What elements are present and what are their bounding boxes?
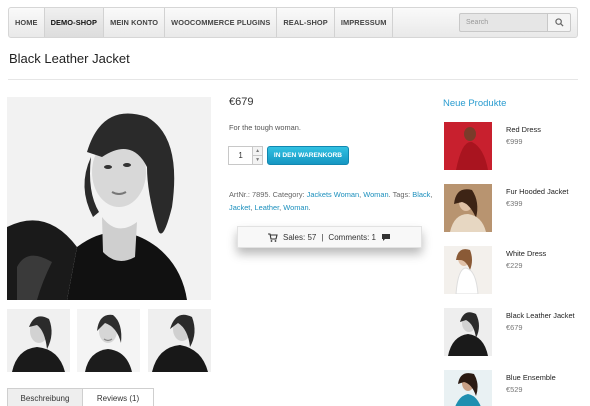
category-link[interactable]: Jackets Woman	[307, 190, 359, 199]
comment-bubble-icon	[382, 233, 390, 241]
sidebar-product-price: €999	[506, 137, 523, 146]
tag-link[interactable]: Black	[412, 190, 430, 199]
tag-link[interactable]: Jacket	[229, 203, 250, 212]
product-thumbnail[interactable]	[148, 309, 211, 372]
product-short-description: For the tough woman.	[229, 123, 301, 132]
product-meta: ArtNr.: 7895. Category: Jackets Woman, W…	[229, 190, 433, 212]
increment-icon[interactable]: ▲	[253, 147, 262, 155]
separator: |	[321, 232, 324, 242]
nav-item-mein-konto[interactable]: MEIN KONTO	[104, 8, 166, 37]
sidebar-product-price: €229	[506, 261, 523, 270]
sidebar-product-name[interactable]: White Dress	[506, 249, 546, 258]
product-main-image[interactable]	[7, 97, 211, 300]
sidebar-product-price: €679	[506, 323, 523, 332]
nav-item-home[interactable]: HOME	[9, 8, 45, 37]
category-link[interactable]: Woman	[363, 190, 388, 199]
cart-icon	[267, 232, 278, 242]
tab-reviews[interactable]: Reviews (1)	[82, 388, 154, 406]
sidebar-product-image[interactable]	[444, 122, 492, 170]
quantity-value[interactable]: 1	[229, 147, 252, 164]
tag-link[interactable]: Woman	[283, 203, 308, 212]
sidebar-product-price: €529	[506, 385, 523, 394]
sales-count: Sales: 57	[282, 232, 317, 242]
sidebar-product-image[interactable]	[444, 246, 492, 294]
nav-item-demo-shop[interactable]: DEMO-SHOP	[44, 8, 105, 37]
divider	[8, 79, 578, 80]
sidebar-product-name[interactable]: Blue Ensemble	[506, 373, 556, 382]
sidebar-product-image[interactable]	[444, 370, 492, 406]
search-form: Search	[459, 8, 577, 37]
add-to-cart-button[interactable]: IN DEN WARENKORB	[267, 146, 349, 165]
quantity-arrows: ▲ ▼	[252, 147, 262, 164]
nav-item-impressum[interactable]: IMPRESSUM	[335, 8, 394, 37]
sidebar-product-image[interactable]	[444, 308, 492, 356]
quantity-stepper[interactable]: 1 ▲ ▼	[228, 146, 263, 165]
magnifier-icon	[554, 18, 564, 27]
sidebar-product-price: €399	[506, 199, 523, 208]
nav-item-real-shop[interactable]: REAL-SHOP	[277, 8, 335, 37]
main-navigation: HOME DEMO-SHOP MEIN KONTO WOOCOMMERCE PL…	[8, 7, 578, 38]
decrement-icon[interactable]: ▼	[253, 155, 262, 164]
tab-beschreibung[interactable]: Beschreibung	[7, 388, 83, 406]
category-label: Category:	[272, 190, 305, 199]
search-button[interactable]	[547, 13, 571, 32]
product-price: €679	[229, 96, 254, 108]
sales-counter: Sales: 57 | Comments: 1	[237, 226, 422, 248]
artnr: ArtNr.: 7895.	[229, 190, 271, 199]
nav-item-woocommerce-plugins[interactable]: WOOCOMMERCE PLUGINS	[165, 8, 278, 37]
sidebar-product-image[interactable]	[444, 184, 492, 232]
sidebar-title: Neue Produkte	[443, 98, 507, 109]
search-input[interactable]: Search	[459, 13, 547, 32]
tag-link[interactable]: Leather	[254, 203, 279, 212]
tags-label: Tags:	[392, 190, 411, 199]
product-thumbnail[interactable]	[7, 309, 70, 372]
sidebar-product-name[interactable]: Fur Hooded Jacket	[506, 187, 568, 196]
sidebar-product-name[interactable]: Black Leather Jacket	[506, 311, 575, 320]
page-title: Black Leather Jacket	[9, 51, 130, 66]
product-thumbnail[interactable]	[77, 309, 140, 372]
comments-count: Comments: 1	[328, 232, 376, 242]
sidebar-product-name[interactable]: Red Dress	[506, 125, 541, 134]
